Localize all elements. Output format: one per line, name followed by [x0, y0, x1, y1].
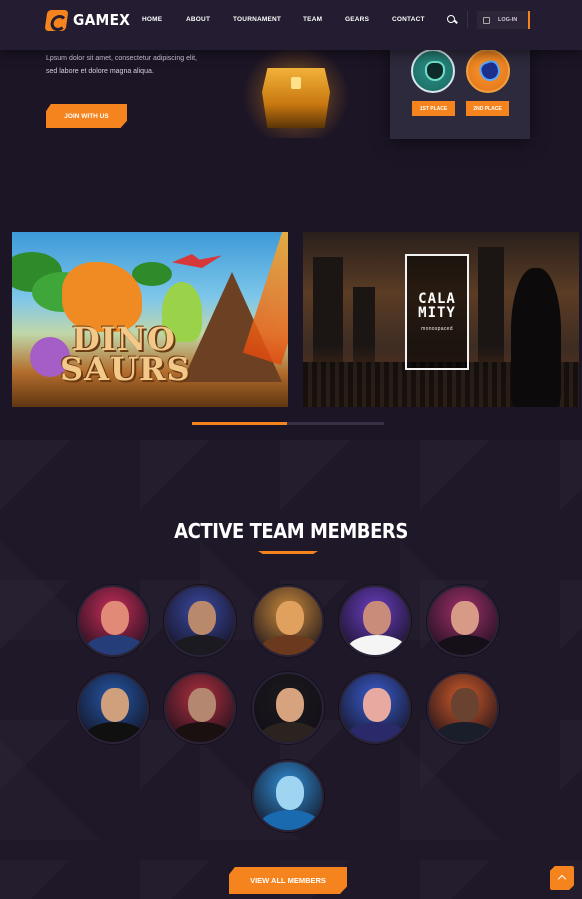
nav-about[interactable]: ABOUT: [186, 16, 210, 23]
slider-progress-indicator: [192, 422, 287, 425]
team-member-avatar[interactable]: [427, 585, 499, 657]
second-place-button[interactable]: 2ND PLACE: [466, 101, 509, 116]
site-logo[interactable]: GAMEX: [44, 9, 135, 31]
logo-text: GAMEX: [73, 11, 131, 29]
search-icon[interactable]: [446, 14, 458, 26]
team-member-avatar[interactable]: [164, 585, 236, 657]
bull-team-logo: [411, 49, 455, 93]
header-divider: [467, 11, 468, 28]
team-member-avatar[interactable]: [252, 672, 324, 744]
login-label: LOG-IN: [498, 17, 518, 23]
hero-description: Lpsum dolor sit amet, consectetur adipis…: [46, 55, 197, 75]
login-icon: [483, 16, 490, 24]
dinosaurs-title: DINO SAURS: [60, 320, 191, 388]
logo-icon: [44, 9, 69, 31]
team-member-avatar[interactable]: [252, 760, 324, 832]
tournament-card: 1ST PLACE 2ND PLACE: [390, 35, 530, 139]
title-underline: [258, 551, 318, 554]
team-member-avatar[interactable]: [164, 672, 236, 744]
calamity-logo: CALAMITY MONOSPACED: [405, 254, 469, 370]
nav-gears[interactable]: GEARS: [345, 16, 369, 23]
team-member-avatar[interactable]: [339, 672, 411, 744]
team-member-avatar[interactable]: [77, 672, 149, 744]
team-member-avatar[interactable]: [77, 585, 149, 657]
team-member-avatar[interactable]: [427, 672, 499, 744]
nav-home[interactable]: HOME: [142, 16, 162, 23]
dragon-team-logo: [466, 49, 510, 93]
site-header: GAMEX HOME ABOUT TOURNAMENT TEAM GEARS C…: [0, 0, 582, 50]
team-member-avatar[interactable]: [339, 585, 411, 657]
scroll-to-top-button[interactable]: [550, 866, 574, 890]
login-button[interactable]: LOG-IN: [477, 11, 530, 29]
pterodactyl-image: [172, 254, 222, 268]
treasure-chest-image: [238, 44, 354, 140]
game-slide-calamity[interactable]: CALAMITY MONOSPACED: [303, 232, 579, 407]
first-place-button[interactable]: 1ST PLACE: [412, 101, 455, 116]
team-section-title: ACTIVE TEAM MEMBERS: [174, 519, 408, 543]
hooded-figure-image: [511, 268, 561, 407]
nav-team[interactable]: TEAM: [303, 16, 322, 23]
join-button[interactable]: JOIN WITH US: [46, 104, 127, 128]
nav-tournament[interactable]: TOURNAMENT: [233, 16, 281, 23]
game-slide-dinosaurs[interactable]: DINO SAURS: [12, 232, 288, 407]
nav-contact[interactable]: CONTACT: [392, 16, 425, 23]
view-all-members-button[interactable]: VIEW ALL MEMBERS: [229, 867, 347, 894]
team-member-avatar[interactable]: [252, 585, 324, 657]
